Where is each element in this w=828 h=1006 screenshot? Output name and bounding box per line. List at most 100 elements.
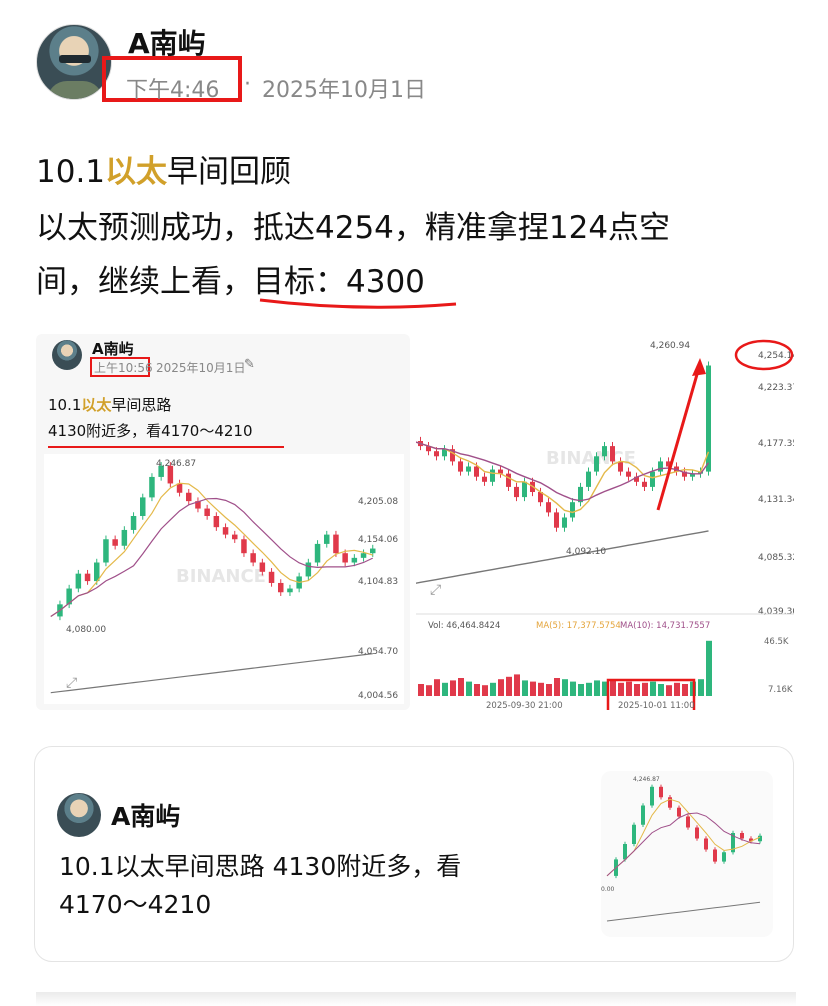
- volume-bar: [650, 681, 656, 696]
- volume-min-label: 7.16K: [768, 685, 793, 695]
- post-body-line-1: 以太预测成功，抵达4254，精准拿捏124点空: [36, 210, 671, 246]
- right-candle: [626, 471, 631, 477]
- volume-bar: [618, 682, 624, 696]
- right-expand-icon[interactable]: ⤢: [430, 582, 441, 598]
- avatar-glasses: [59, 55, 91, 63]
- left-watermark: BINANCE: [176, 566, 266, 587]
- volume-bar: [522, 680, 528, 696]
- volume-bar: [666, 685, 672, 696]
- volume-bar: [698, 679, 704, 696]
- left-price-label: 4,246.87: [156, 459, 196, 469]
- right-price-label: 4,177.35: [758, 439, 794, 449]
- left-candle: [103, 539, 109, 563]
- thumb-candle: [740, 833, 744, 839]
- left-candle: [130, 516, 137, 530]
- thumb-candle: [650, 786, 654, 806]
- post-title: 10.1以太早间回顾: [36, 146, 291, 191]
- left-candle: [333, 534, 339, 554]
- thumb-candle: [722, 852, 726, 862]
- volume-bar: [570, 681, 576, 696]
- right-price-label: 4,039.30: [758, 607, 794, 617]
- right-candle: [610, 446, 615, 462]
- left-candle: [149, 476, 155, 498]
- right-candle: [490, 469, 495, 482]
- mini-author-avatar: [52, 340, 82, 370]
- thumb-candle: [659, 786, 663, 798]
- left-candle: [204, 508, 210, 516]
- thumbnail-chart: 4,246.87 0.00: [601, 776, 762, 922]
- post-body-line-2: 间，继续上看，目标：4300: [36, 264, 425, 300]
- volume-bar: [474, 684, 480, 696]
- right-candle: [546, 502, 551, 513]
- mini-title-prefix: 10.1: [48, 396, 82, 414]
- mini-post-date: 2025年10月1日: [156, 361, 246, 375]
- quoted-post-card[interactable]: A南屿 10.1以太早间思路 4130附近多，看 4170～4210 4,246…: [34, 746, 794, 962]
- thumb-ma-purple-line: [606, 812, 761, 877]
- right-price-label: 4,092.10: [566, 547, 606, 557]
- left-price-label: 4,205.08: [358, 497, 398, 507]
- volume-bar: [674, 682, 680, 696]
- screenshot-image-left[interactable]: A南屿 上午10:56 2025年10月1日 ✎ 10.1以太早间思路 4130…: [36, 334, 410, 710]
- quote-text-line-1: 10.1以太早间思路 4130附近多，看: [59, 852, 462, 881]
- volume-bar: [466, 681, 472, 696]
- volume-bar: [418, 684, 424, 696]
- right-candle: [602, 446, 607, 457]
- mini-body-underline: [48, 446, 284, 448]
- left-candlestick-chart: BINANCE 4,246.87 4,205.08 4,154.06 4,104.83…: [44, 454, 404, 704]
- volume-bar: [514, 674, 520, 696]
- thumb-candle: [695, 827, 699, 839]
- time-label-2: 2025-10-01 11:00: [618, 701, 695, 710]
- right-candle: [466, 466, 471, 472]
- right-price-label: 4,260.94: [650, 341, 690, 351]
- right-candlestick-chart: BINANCE 4,260.944,254.144,223.374,177.35…: [416, 334, 794, 710]
- mini-title-highlight: 以太: [81, 396, 112, 414]
- thumb-candle: [632, 824, 636, 844]
- thumb-high-label: 4,246.87: [633, 776, 660, 783]
- left-price-label: 4,004.56: [358, 691, 398, 701]
- left-candle: [351, 557, 358, 563]
- volume-max-label: 46.5K: [764, 637, 789, 647]
- right-price-label: 4,131.34: [758, 495, 794, 505]
- left-candle: [250, 553, 256, 563]
- volume-bar: [442, 682, 448, 696]
- right-candle: [434, 451, 439, 457]
- right-candle: [514, 486, 519, 498]
- right-candle: [554, 512, 559, 528]
- left-candle: [287, 588, 293, 593]
- expand-icon[interactable]: ⤢: [66, 675, 77, 691]
- right-candle: [482, 476, 487, 482]
- left-candle: [112, 539, 118, 546]
- author-avatar[interactable]: [36, 24, 112, 100]
- left-candle: [370, 548, 376, 554]
- post-title-highlight: 以太: [105, 154, 168, 190]
- post-title-prefix: 10.1: [36, 154, 106, 190]
- mini-post-body: 4130附近多，看4170～4210: [48, 422, 253, 440]
- right-candle: [650, 471, 655, 487]
- volume-bar: [626, 681, 632, 696]
- volume-bar: [586, 682, 592, 696]
- left-price-label: 4,054.70: [358, 647, 398, 657]
- thumb-low-label: 0.00: [601, 886, 615, 893]
- volume-bar: [610, 679, 616, 696]
- volume-bar: [538, 682, 544, 696]
- volume-bar: [546, 684, 552, 696]
- volume-bar: [506, 676, 512, 696]
- volume-bar: [490, 682, 496, 696]
- left-candle: [259, 562, 266, 572]
- post-time: 下午4:46: [126, 78, 220, 103]
- right-candle: [474, 466, 479, 477]
- volume-bar: [562, 679, 568, 696]
- screenshot-image-right[interactable]: BINANCE 4,260.944,254.144,223.374,177.35…: [416, 334, 794, 710]
- left-candle: [84, 573, 91, 582]
- ma5-readout: MA(5): 17,377.5754: [536, 621, 621, 631]
- volume-bar: [554, 678, 560, 696]
- quote-thumbnail: 4,246.87 0.00: [601, 771, 773, 937]
- right-candle: [594, 456, 599, 472]
- thumb-candles: [614, 784, 762, 879]
- thumb-candle: [641, 805, 645, 825]
- volume-bar: [450, 680, 456, 696]
- right-candle: [642, 481, 647, 487]
- quote-text-line-2: 4170～4210: [59, 890, 212, 919]
- volume-bar: [482, 685, 488, 696]
- right-candle: [506, 473, 511, 487]
